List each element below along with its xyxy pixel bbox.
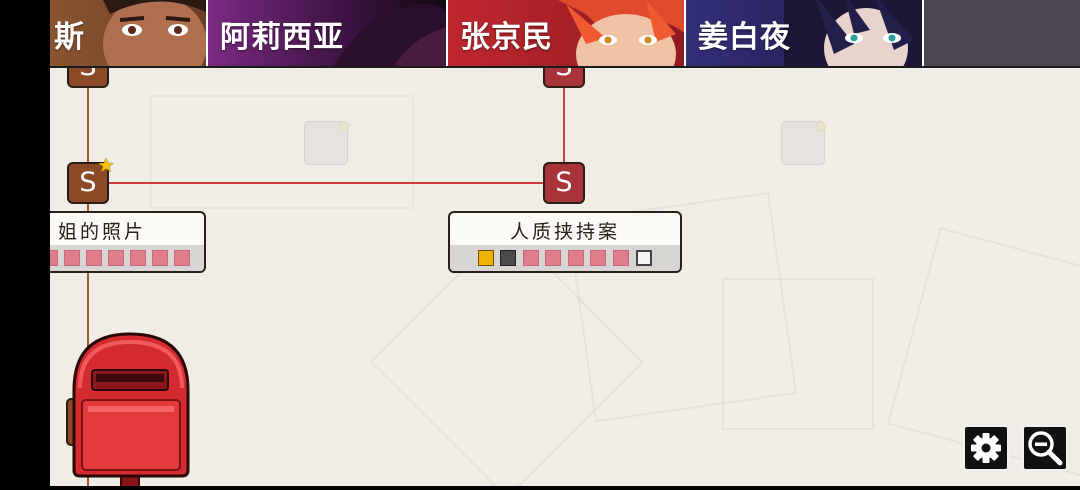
star-icon: ★ — [97, 153, 115, 177]
progress-square — [523, 250, 539, 266]
character-portrait — [784, 0, 922, 66]
star-icon: ★ — [813, 116, 830, 137]
tab-label: 姜白夜 — [698, 20, 791, 55]
progress-square — [500, 250, 516, 266]
character-portrait — [334, 3, 446, 66]
progress-square — [174, 250, 190, 266]
progress-square — [590, 250, 606, 266]
tab-label: 张京民 — [460, 20, 553, 55]
case-card-hostage[interactable]: 人质挟持案 — [448, 211, 682, 273]
character-portrait — [103, 0, 206, 66]
gear-icon — [971, 433, 1001, 463]
tab-label: 阿莉西亚 — [220, 20, 344, 55]
case-card-photo[interactable]: 姐的照片 — [50, 211, 206, 273]
case-node-center[interactable]: S — [543, 162, 585, 204]
progress-square — [50, 250, 58, 266]
case-card-title: 人质挟持案 — [509, 221, 620, 243]
zoom-out-button[interactable] — [1022, 425, 1068, 471]
progress-square — [152, 250, 168, 266]
progress-square — [613, 250, 629, 266]
tab-empty — [924, 0, 1080, 66]
case-card-title: 姐的照片 — [57, 221, 146, 243]
tab-label: 斯 — [54, 20, 85, 55]
progress-square — [64, 250, 80, 266]
character-portrait — [558, 0, 684, 66]
decorative-square — [722, 278, 874, 430]
tab-character-1[interactable]: 斯 — [50, 0, 208, 66]
star-icon: ★ — [336, 116, 353, 137]
progress-square — [130, 250, 146, 266]
header-divider — [50, 66, 1080, 68]
mailbox-icon[interactable] — [66, 330, 196, 489]
progress-square — [478, 250, 494, 266]
progress-strip — [50, 245, 204, 271]
progress-square — [636, 250, 652, 266]
settings-button[interactable] — [963, 425, 1009, 471]
character-tab-bar: 斯 阿莉西亚 张京民 姜白夜 — [50, 0, 1080, 67]
progress-strip — [450, 245, 680, 271]
decorative-square — [150, 95, 414, 209]
progress-square — [568, 250, 584, 266]
tab-character-2[interactable]: 阿莉西亚 — [208, 0, 448, 66]
tab-character-4[interactable]: 姜白夜 — [686, 0, 924, 66]
tab-character-3[interactable]: 张京民 — [448, 0, 686, 66]
connector-horizontal — [100, 182, 555, 184]
progress-square — [108, 250, 124, 266]
progress-square — [86, 250, 102, 266]
zoom-out-icon — [1028, 431, 1063, 466]
board-area[interactable]: S S S ★ S ★ ★ 姐的照片 人质挟持案 — [50, 0, 1080, 486]
progress-square — [545, 250, 561, 266]
